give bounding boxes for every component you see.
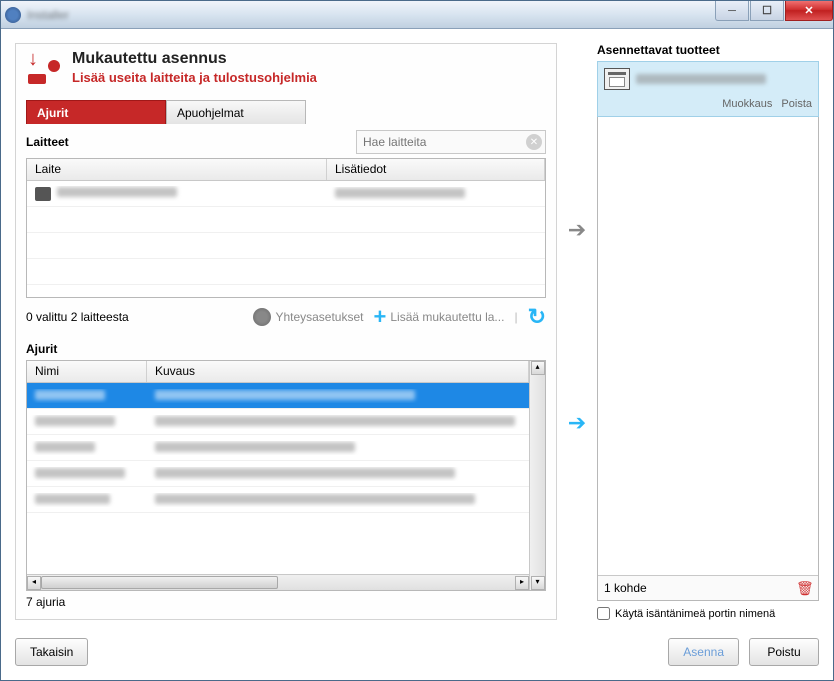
close-button[interactable]: ✕ (785, 1, 833, 21)
plus-icon: + (374, 306, 387, 328)
hostname-checkbox[interactable] (597, 607, 610, 620)
tab-utilities[interactable]: Apuohjelmat (166, 100, 306, 124)
page-header: Mukautettu asennus Lisää useita laitteit… (26, 50, 546, 86)
table-row[interactable] (27, 181, 545, 207)
table-row[interactable] (27, 259, 545, 285)
col-info[interactable]: Lisätiedot (327, 159, 545, 180)
table-row[interactable] (27, 461, 529, 487)
products-count: 1 kohde (604, 581, 647, 595)
back-button[interactable]: Takaisin (15, 638, 88, 666)
drivers-table-header: Nimi Kuvaus (27, 361, 529, 383)
search-clear-icon[interactable]: ✕ (526, 134, 542, 150)
devices-table: Laite Lisätiedot (26, 158, 546, 298)
delete-link[interactable]: Poista (781, 98, 812, 110)
table-row[interactable] (27, 409, 529, 435)
add-driver-arrow[interactable]: ➔ (565, 410, 589, 436)
table-row[interactable] (27, 435, 529, 461)
drivers-label: Ajurit (26, 342, 546, 356)
drivers-table: Nimi Kuvaus (26, 360, 546, 591)
products-footer: 1 kohde 🗑 (598, 575, 818, 600)
table-row[interactable] (27, 383, 529, 409)
col-name[interactable]: Nimi (27, 361, 147, 382)
tabs: Ajurit Apuohjelmat (26, 100, 546, 124)
window-title: Installer (27, 8, 69, 22)
gear-icon (253, 308, 271, 326)
page-subtitle: Lisää useita laitteita ja tulostusohjelm… (72, 70, 317, 85)
scroll-up-icon[interactable]: ▴ (531, 361, 545, 375)
drivers-table-body[interactable] (27, 383, 529, 574)
add-device-arrow[interactable]: ➔ (565, 217, 589, 243)
products-label: Asennettavat tuotteet (597, 43, 819, 57)
devices-label: Laitteet (26, 135, 69, 149)
button-bar: Takaisin Asenna Poistu (15, 638, 819, 666)
drivers-count: 7 ajuria (26, 595, 546, 609)
edit-link[interactable]: Muokkaus (722, 98, 772, 110)
left-panel: Mukautettu asennus Lisää useita laitteit… (15, 43, 557, 620)
printer-icon (604, 68, 630, 90)
content-area: Mukautettu asennus Lisää useita laitteit… (1, 29, 833, 680)
devices-action-row: 0 valittu 2 laitteesta Yhteysasetukset +… (26, 304, 546, 330)
installer-window: Installer ─ ☐ ✕ Mukautettu asennus Lisää… (0, 0, 834, 681)
devices-table-header: Laite Lisätiedot (27, 159, 545, 181)
install-icon (26, 50, 62, 86)
page-title: Mukautettu asennus (72, 50, 317, 68)
table-row[interactable] (27, 207, 545, 233)
scroll-right-icon[interactable]: ▸ (515, 576, 529, 590)
search-input[interactable] (356, 130, 546, 154)
maximize-button[interactable]: ☐ (750, 1, 784, 21)
col-desc[interactable]: Kuvaus (147, 361, 529, 382)
tab-drivers[interactable]: Ajurit (26, 100, 166, 124)
minimize-button[interactable]: ─ (715, 1, 749, 21)
connection-settings-link[interactable]: Yhteysasetukset (253, 308, 363, 326)
products-list: Muokkaus Poista 1 kohde 🗑 (597, 61, 819, 601)
refresh-icon: ↻ (528, 304, 546, 330)
devices-section-header: Laitteet ✕ (26, 130, 546, 154)
install-button[interactable]: Asenna (668, 638, 739, 666)
search-wrap: ✕ (356, 130, 546, 154)
devices-table-body[interactable] (27, 181, 545, 297)
refresh-button[interactable]: ↻ (528, 304, 546, 330)
scroll-down-icon[interactable]: ▾ (531, 576, 545, 590)
add-custom-link[interactable]: + Lisää mukautettu la... (374, 306, 505, 328)
table-row[interactable] (27, 487, 529, 513)
right-panel: Asennettavat tuotteet Muokkaus Poista (597, 43, 819, 620)
exit-button[interactable]: Poistu (749, 638, 819, 666)
trash-icon[interactable]: 🗑 (796, 580, 812, 596)
app-icon (5, 7, 21, 23)
titlebar: Installer ─ ☐ ✕ (1, 1, 833, 29)
transfer-arrows: ➔ ➔ (565, 43, 589, 620)
table-row[interactable] (27, 233, 545, 259)
horizontal-scrollbar[interactable]: ◂ ▸ (27, 574, 529, 590)
scroll-left-icon[interactable]: ◂ (27, 576, 41, 590)
vertical-scrollbar[interactable]: ▴ ▾ (529, 361, 545, 590)
window-controls: ─ ☐ ✕ (714, 1, 833, 21)
hostname-checkbox-label: Käytä isäntänimeä portin nimenä (615, 608, 775, 620)
device-icon (35, 187, 51, 201)
main-area: Mukautettu asennus Lisää useita laitteit… (15, 43, 819, 620)
product-item[interactable]: Muokkaus Poista (597, 61, 819, 117)
hostname-checkbox-row[interactable]: Käytä isäntänimeä portin nimenä (597, 607, 819, 620)
selection-status: 0 valittu 2 laitteesta (26, 310, 129, 324)
col-device[interactable]: Laite (27, 159, 327, 180)
